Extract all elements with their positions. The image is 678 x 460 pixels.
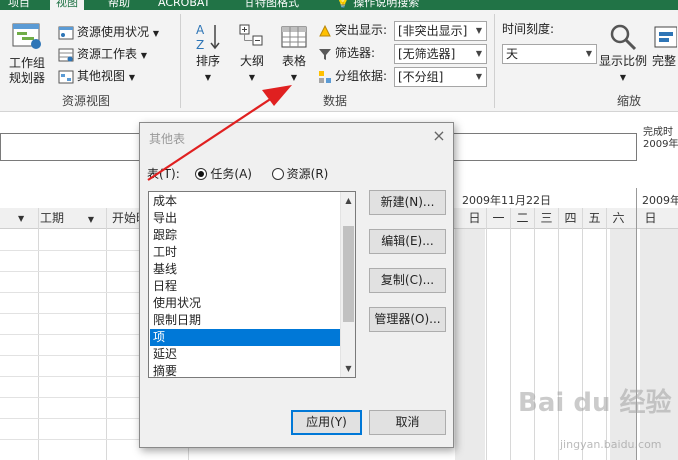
watermark-url: jingyan.baidu.com [560,438,662,451]
watermark-logo: Bai du 经验 [518,388,672,418]
